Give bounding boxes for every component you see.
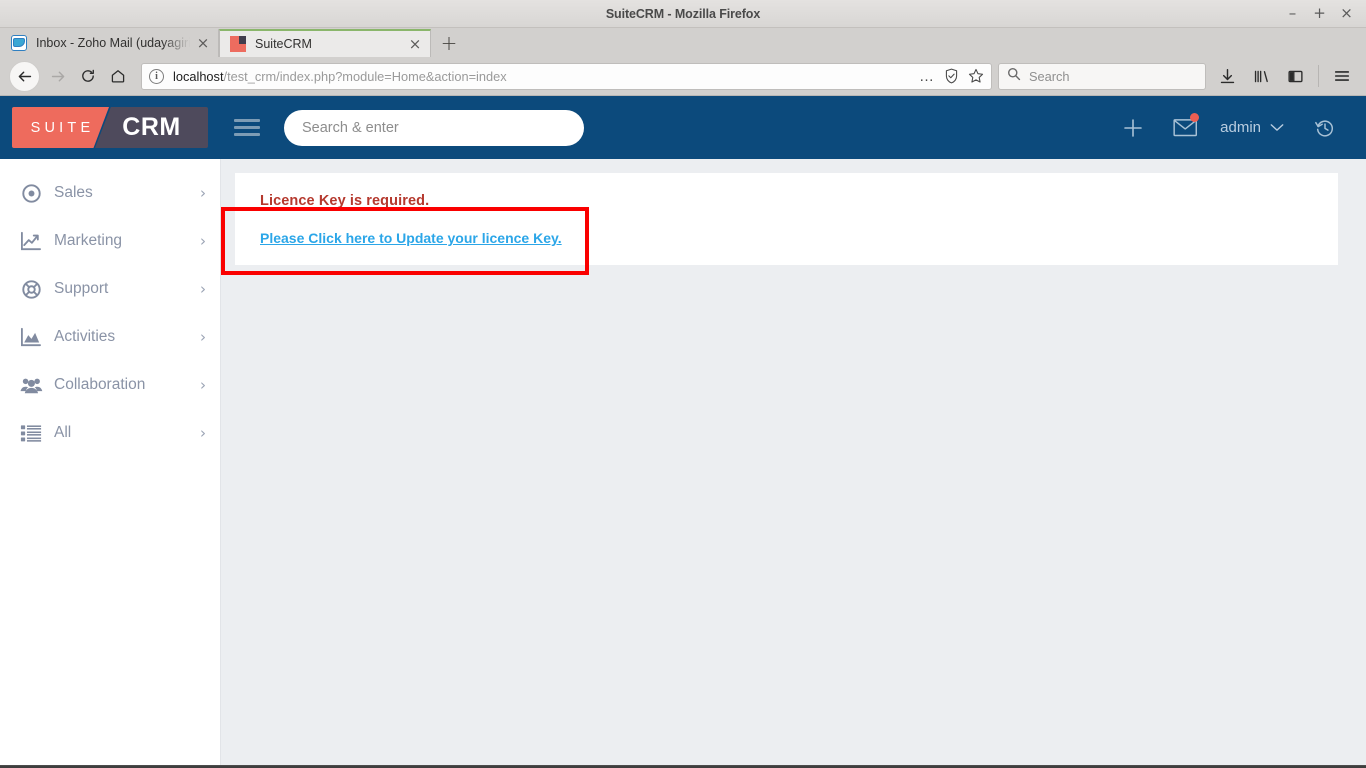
suitecrm-logo[interactable]: SUITE CRM <box>12 107 208 148</box>
close-button[interactable]: × <box>1340 6 1353 21</box>
chevron-right-icon: › <box>200 424 206 442</box>
licence-alert-panel: Licence Key is required. Please Click he… <box>235 173 1338 265</box>
chevron-right-icon: › <box>200 376 206 394</box>
sidebar-item-label: Support <box>54 280 109 297</box>
tab-zoho-mail[interactable]: Inbox - Zoho Mail (udayagiri.r × <box>1 29 219 57</box>
zoho-mail-icon <box>11 35 27 51</box>
tab-suitecrm[interactable]: SuiteCRM × <box>219 29 431 57</box>
crm-search-input[interactable]: Search & enter <box>284 109 584 146</box>
chevron-right-icon: › <box>200 328 206 346</box>
update-licence-key-link[interactable]: Please Click here to Update your licence… <box>260 230 1338 246</box>
sidebar-item-label: Sales <box>54 184 93 201</box>
browser-search-box[interactable]: Search <box>998 62 1206 90</box>
home-icon[interactable] <box>103 61 133 91</box>
people-icon <box>18 376 44 395</box>
hamburger-menu-icon[interactable] <box>1327 61 1357 91</box>
url-bar[interactable]: i localhost/test_crm/index.php?module=Ho… <box>141 62 992 90</box>
sidebar-item-activities[interactable]: Activities › <box>0 313 220 361</box>
search-icon <box>1007 67 1021 86</box>
main-content: Licence Key is required. Please Click he… <box>221 159 1366 765</box>
suitecrm-icon <box>230 36 246 52</box>
sidebar-item-support[interactable]: Support › <box>0 265 220 313</box>
licence-alert-title: Licence Key is required. <box>260 193 430 209</box>
tab-label: Inbox - Zoho Mail (udayagiri.r <box>36 36 190 50</box>
envelope-icon[interactable] <box>1160 113 1210 138</box>
crm-body: Sales › Marketing › Support › Activities… <box>0 159 1366 765</box>
sidebar-item-sales[interactable]: Sales › <box>0 169 220 217</box>
window-title: SuiteCRM - Mozilla Firefox <box>605 6 761 21</box>
url-text: localhost/test_crm/index.php?module=Home… <box>173 69 911 84</box>
maximize-button[interactable]: + <box>1313 6 1326 21</box>
sidebar-icon[interactable] <box>1280 61 1310 91</box>
target-icon <box>18 183 44 204</box>
bookmark-star-icon[interactable] <box>968 68 984 84</box>
sidebar-item-label: Collaboration <box>54 376 146 393</box>
browser-toolbar: i localhost/test_crm/index.php?module=Ho… <box>0 57 1366 96</box>
crm-search-placeholder: Search & enter <box>302 119 399 136</box>
history-icon[interactable] <box>1302 117 1348 139</box>
chevron-down-icon <box>1270 119 1284 136</box>
reload-icon[interactable] <box>73 61 103 91</box>
chevron-right-icon: › <box>200 280 206 298</box>
sidebar-item-label: Marketing <box>54 232 123 249</box>
list-icon <box>18 424 44 443</box>
browser-tabstrip: Inbox - Zoho Mail (udayagiri.r × SuiteCR… <box>0 28 1366 57</box>
chevron-right-icon: › <box>200 184 206 202</box>
notification-badge <box>1190 113 1200 122</box>
tab-close-icon[interactable]: × <box>196 35 210 51</box>
sidebar-item-label: Activities <box>54 328 116 345</box>
library-icon[interactable] <box>1246 61 1276 91</box>
back-icon[interactable] <box>9 60 40 92</box>
download-icon[interactable] <box>1212 61 1242 91</box>
site-info-icon[interactable]: i <box>149 68 164 84</box>
crm-top-nav: SUITE CRM Search & enter admin <box>0 96 1366 159</box>
sidebar-item-label: All <box>54 424 72 441</box>
window-controls: – + × <box>1286 6 1366 21</box>
quick-create-plus-icon[interactable] <box>1106 116 1160 140</box>
user-menu[interactable]: admin <box>1220 119 1284 136</box>
forward-icon <box>43 61 73 91</box>
url-path: /test_crm/index.php?module=Home&action=i… <box>223 68 507 84</box>
search-placeholder: Search <box>1029 68 1070 84</box>
page-actions-icon[interactable]: … <box>919 68 935 85</box>
browser-tool-icons <box>1212 61 1357 91</box>
logo-crm-text: CRM <box>95 107 208 148</box>
sidebar-item-collaboration[interactable]: Collaboration › <box>0 361 220 409</box>
crm-action-bar: admin <box>1106 113 1366 140</box>
user-name: admin <box>1220 119 1261 136</box>
url-actions: … <box>919 68 984 85</box>
window-titlebar: SuiteCRM - Mozilla Firefox – + × <box>0 0 1366 28</box>
toolbar-separator <box>1318 65 1319 87</box>
chevron-right-icon: › <box>200 232 206 250</box>
lifebuoy-icon <box>18 279 44 300</box>
line-chart-icon <box>18 231 44 251</box>
crm-sidebar: Sales › Marketing › Support › Activities… <box>0 159 221 765</box>
url-host: localhost <box>173 68 224 84</box>
sidebar-item-marketing[interactable]: Marketing › <box>0 217 220 265</box>
logo-suite-text: SUITE <box>12 107 109 148</box>
tab-label: SuiteCRM <box>255 37 312 51</box>
new-tab-button[interactable]: + <box>431 29 467 57</box>
area-chart-icon <box>18 327 44 347</box>
page-viewport: SUITE CRM Search & enter admin Sales › M… <box>0 96 1366 765</box>
tab-close-icon[interactable]: × <box>408 36 422 52</box>
minimize-button[interactable]: – <box>1286 6 1299 21</box>
tracking-protection-icon[interactable] <box>944 68 959 84</box>
crm-menu-toggle-icon[interactable] <box>234 119 260 136</box>
sidebar-item-all[interactable]: All › <box>0 409 220 457</box>
